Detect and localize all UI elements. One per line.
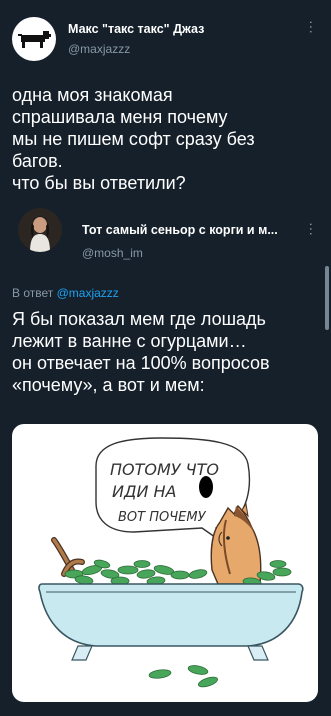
scrollbar[interactable] bbox=[325, 266, 329, 330]
replying-to-link[interactable]: @maxjazzz bbox=[57, 286, 119, 300]
author-name[interactable]: Макс "такс такс" Джаз bbox=[68, 22, 204, 36]
bubble-line-3: ВОТ ПОЧЕМУ bbox=[118, 510, 207, 525]
bubble-line-1: ПОТОМУ ЧТО bbox=[110, 460, 219, 479]
tweet-text: Я бы показал мем где лошадь лежит в ванн… bbox=[12, 309, 270, 395]
author-handle[interactable]: @mosh_im bbox=[82, 246, 143, 260]
more-vertical-icon[interactable]: ··· bbox=[304, 222, 320, 236]
dachshund-logo-icon bbox=[18, 31, 51, 48]
tweet-text: одна моя знакомая спрашивала меня почему… bbox=[12, 85, 255, 193]
meme-image[interactable]: ПОТОМУ ЧТО ИДИ НА ВОТ ПОЧЕМУ bbox=[12, 424, 318, 702]
bubble-line-2: ИДИ НА bbox=[112, 482, 177, 501]
horse-in-bathtub-illustration: ПОТОМУ ЧТО ИДИ НА ВОТ ПОЧЕМУ bbox=[38, 437, 304, 688]
author-handle[interactable]: @maxjazzz bbox=[68, 42, 130, 56]
avatar-mosh-im[interactable] bbox=[18, 208, 62, 252]
person-photo-icon bbox=[18, 208, 62, 252]
more-vertical-icon[interactable]: ··· bbox=[304, 20, 320, 34]
tweet-original[interactable]: Макс "такс такс" Джаз @maxjazzz ··· одна… bbox=[0, 0, 331, 222]
replying-prefix: В ответ bbox=[12, 286, 54, 300]
replying-to: В ответ @maxjazzz bbox=[12, 286, 119, 300]
avatar-maxjazzz[interactable] bbox=[12, 17, 56, 61]
author-name[interactable]: Тот самый сеньор с корги и м... bbox=[82, 223, 278, 237]
